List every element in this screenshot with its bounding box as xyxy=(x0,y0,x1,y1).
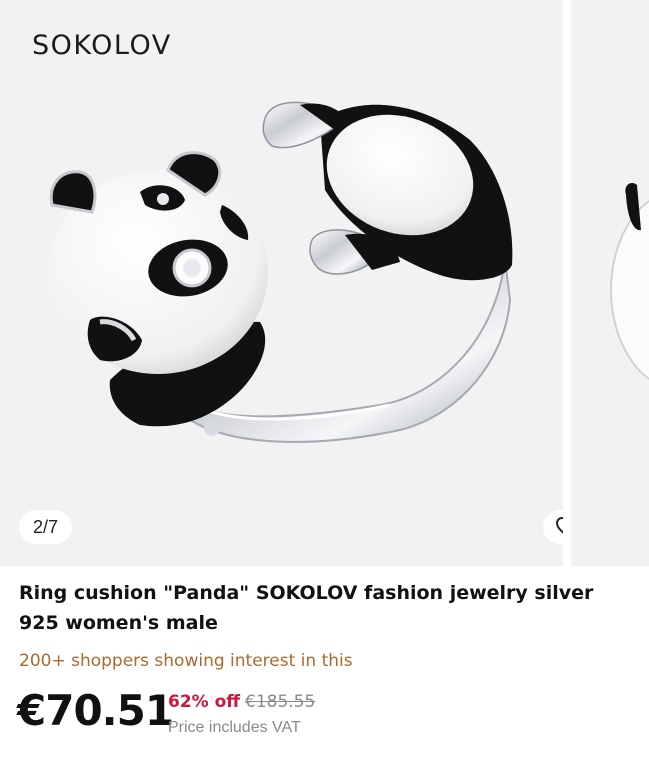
vat-note: Price includes VAT xyxy=(168,719,301,736)
image-counter: 2/7 xyxy=(19,510,73,544)
panda-ring-image-next xyxy=(610,183,649,381)
product-image-next-preview[interactable] xyxy=(571,0,649,566)
product-image-current[interactable]: SOKOLOV 2/7 xyxy=(0,0,630,566)
original-price: €185.55 xyxy=(245,692,316,712)
current-price: €70.51 xyxy=(17,686,174,735)
product-title: Ring cushion "Panda" SOKOLOV fashion jew… xyxy=(19,582,594,634)
shopper-interest-text: 200+ shoppers showing interest in this xyxy=(19,651,353,671)
panda-ring-image xyxy=(48,101,513,443)
slide-divider xyxy=(563,0,571,566)
discount-badge: 62% off xyxy=(168,692,241,712)
product-image-gallery[interactable]: SOKOLOV 2/7 xyxy=(0,0,649,566)
